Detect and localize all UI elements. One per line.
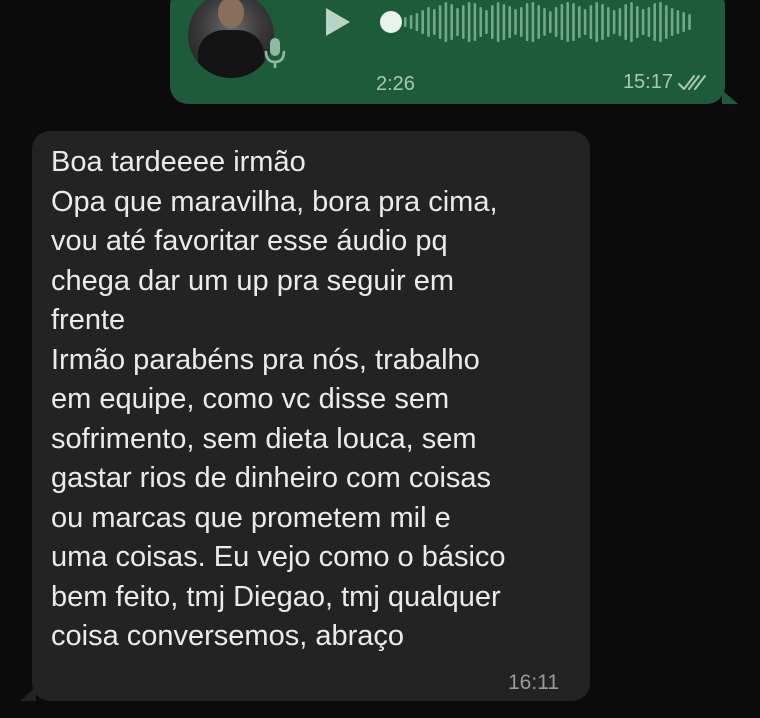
waveform-bar <box>549 11 552 33</box>
message-time: 16:11 <box>508 671 559 694</box>
waveform-bar <box>508 6 511 38</box>
message-text: Boa tardeeee irmão Opa que maravilha, bo… <box>51 143 506 657</box>
voice-duration: 2:26 <box>376 73 415 95</box>
waveform-bar <box>595 2 598 42</box>
waveform-bar <box>531 2 535 42</box>
waveform-bar <box>467 2 471 42</box>
waveform-bar <box>647 7 651 37</box>
waveform-bar <box>560 4 564 40</box>
waveform-bar <box>659 2 662 42</box>
bubble-tail <box>20 687 36 701</box>
waveform-bar <box>421 10 424 34</box>
waveform-bar <box>537 5 540 39</box>
message-line: em equipe, como vc disse sem <box>51 383 450 415</box>
message-time: 15:17 <box>622 71 673 93</box>
waveform-bar <box>433 9 436 35</box>
waveform-bar <box>554 7 558 37</box>
waveform-bar <box>491 5 494 39</box>
waveform-bar <box>601 4 604 40</box>
waveform-bar <box>636 6 639 38</box>
message-line: coisa conversemos, abraço <box>51 620 404 652</box>
waveform-bar <box>415 13 419 31</box>
waveform-bar <box>525 3 529 41</box>
waveform-bar <box>578 6 581 38</box>
waveform-bar <box>444 2 448 42</box>
audio-waveform[interactable] <box>380 0 696 44</box>
waveform-bar <box>676 10 680 34</box>
message-line: bem feito, tmj Diegao, tmj qualquer <box>51 580 501 613</box>
bubble-tail <box>722 90 738 104</box>
waveform-bar <box>479 7 482 37</box>
waveform-bar <box>665 5 668 39</box>
waveform-bar <box>589 5 593 39</box>
message-line: sofrimento, sem dieta louca, sem <box>51 422 477 455</box>
waveform-bar <box>682 12 685 32</box>
waveform-bar <box>502 4 506 40</box>
waveform-bar <box>456 8 459 36</box>
waveform-bar <box>624 4 627 40</box>
outgoing-voice-message[interactable]: 2:26 15:17 <box>170 0 738 104</box>
waveform-bar <box>427 7 430 37</box>
microphone-icon <box>264 38 286 68</box>
waveform-bar <box>566 2 569 42</box>
message-line: Irmão parabéns pra nós, trabalho <box>51 343 480 376</box>
message-line: chega dar um up pra seguir em <box>51 264 454 297</box>
message-line: vou até favoritar esse áudio pq <box>51 225 448 257</box>
message-line: gastar rios de dinheiro com coisas <box>51 462 492 494</box>
message-line: uma coisas. Eu vejo como o básico <box>51 541 506 573</box>
waveform-bar <box>404 17 407 27</box>
waveform-bar <box>670 8 674 36</box>
waveform-bar <box>473 3 477 41</box>
double-check-icon <box>678 75 706 90</box>
playback-position-knob[interactable] <box>380 11 402 33</box>
message-line: frente <box>51 304 126 336</box>
play-icon[interactable] <box>318 4 354 40</box>
message-line: ou marcas que prometem mil e <box>51 501 451 534</box>
waveform-bar <box>607 7 610 37</box>
message-line: Opa que maravilha, bora pra cima, <box>51 185 498 218</box>
waveform-bar <box>618 8 622 36</box>
waveform-bar <box>514 9 517 35</box>
waveform-bar <box>641 9 645 35</box>
waveform-bar <box>688 14 691 30</box>
waveform-bar <box>612 10 616 34</box>
message-line: Boa tardeeee irmão <box>51 146 306 178</box>
waveform-bar <box>520 7 523 37</box>
incoming-text-message[interactable]: Boa tardeeee irmão Opa que maravilha, bo… <box>20 131 590 701</box>
waveform-bar <box>630 2 633 42</box>
waveform-bar <box>653 3 656 41</box>
waveform-bar <box>572 3 575 41</box>
waveform-bar <box>485 10 488 34</box>
waveform-bar <box>438 5 442 39</box>
waveform-bar <box>462 5 465 39</box>
waveform-bar <box>543 8 546 36</box>
waveform-bar <box>409 15 413 29</box>
waveform-bar <box>496 2 500 42</box>
waveform-bar <box>450 4 453 40</box>
waveform-bar <box>583 9 587 35</box>
